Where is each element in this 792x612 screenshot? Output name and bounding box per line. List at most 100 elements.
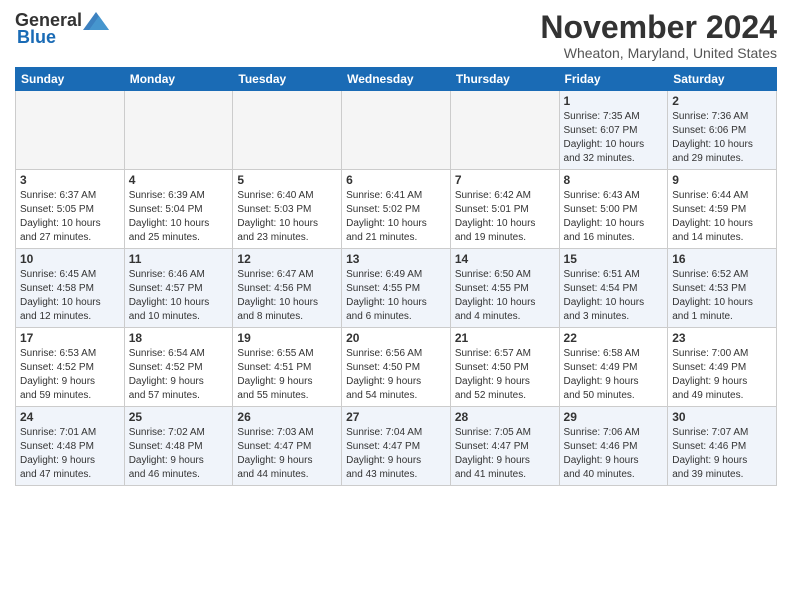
day-info: Sunrise: 6:42 AM Sunset: 5:01 PM Dayligh… [455,189,555,245]
calendar-cell [233,91,342,170]
calendar-cell [124,91,233,170]
calendar-cell: 26 Sunrise: 7:03 AM Sunset: 4:47 PM Dayli… [233,407,342,486]
day-info: Sunrise: 7:01 AM Sunset: 4:48 PM Dayligh… [20,426,120,482]
day-info: Sunrise: 6:58 AM Sunset: 4:49 PM Dayligh… [564,347,664,403]
day-number: 29 [564,410,664,424]
day-number: 10 [20,252,120,266]
calendar-cell: 22Sunrise: 6:58 AM Sunset: 4:49 PM Dayli… [559,328,668,407]
calendar-header-row: SundayMondayTuesdayWednesdayThursdayFrid… [16,68,777,91]
day-info: Sunrise: 6:41 AM Sunset: 5:02 PM Dayligh… [346,189,446,245]
day-info: Sunrise: 7:05 AM Sunset: 4:47 PM Dayligh… [455,426,555,482]
calendar-cell: 20Sunrise: 6:56 AM Sunset: 4:50 PM Dayli… [342,328,451,407]
day-number: 19 [237,331,337,345]
calendar-cell [342,91,451,170]
calendar-cell [16,91,125,170]
calendar-table: SundayMondayTuesdayWednesdayThursdayFrid… [15,67,777,486]
calendar-cell: 21Sunrise: 6:57 AM Sunset: 4:50 PM Dayli… [450,328,559,407]
day-number: 18 [129,331,229,345]
day-info: Sunrise: 6:47 AM Sunset: 4:56 PM Dayligh… [237,268,337,324]
day-number: 16 [672,252,772,266]
calendar-cell: 16Sunrise: 6:52 AM Sunset: 4:53 PM Dayli… [668,249,777,328]
day-number: 25 [129,410,229,424]
day-number: 12 [237,252,337,266]
day-number: 4 [129,173,229,187]
weekday-header: Saturday [668,68,777,91]
day-number: 28 [455,410,555,424]
day-info: Sunrise: 7:35 AM Sunset: 6:07 PM Dayligh… [564,110,664,166]
day-number: 27 [346,410,446,424]
day-info: Sunrise: 6:37 AM Sunset: 5:05 PM Dayligh… [20,189,120,245]
calendar-cell: 7 Sunrise: 6:42 AM Sunset: 5:01 PM Daylig… [450,170,559,249]
calendar-week-row: 10 Sunrise: 6:45 AM Sunset: 4:58 PM Dayli… [16,249,777,328]
day-number: 6 [346,173,446,187]
calendar-cell: 13 Sunrise: 6:49 AM Sunset: 4:55 PM Dayli… [342,249,451,328]
day-info: Sunrise: 6:44 AM Sunset: 4:59 PM Dayligh… [672,189,772,245]
location: Wheaton, Maryland, United States [540,45,777,61]
calendar-cell: 8 Sunrise: 6:43 AM Sunset: 5:00 PM Daylig… [559,170,668,249]
calendar-cell: 10 Sunrise: 6:45 AM Sunset: 4:58 PM Dayli… [16,249,125,328]
day-number: 7 [455,173,555,187]
calendar-cell: 14Sunrise: 6:50 AM Sunset: 4:55 PM Dayli… [450,249,559,328]
weekday-header: Wednesday [342,68,451,91]
header: General Blue November 2024 Wheaton, Mary… [15,10,777,61]
day-number: 21 [455,331,555,345]
day-number: 3 [20,173,120,187]
calendar-cell: 23 Sunrise: 7:00 AM Sunset: 4:49 PM Dayli… [668,328,777,407]
day-info: Sunrise: 6:45 AM Sunset: 4:58 PM Dayligh… [20,268,120,324]
day-number: 30 [672,410,772,424]
calendar-cell: 25Sunrise: 7:02 AM Sunset: 4:48 PM Dayli… [124,407,233,486]
day-number: 23 [672,331,772,345]
calendar-cell: 9 Sunrise: 6:44 AM Sunset: 4:59 PM Daylig… [668,170,777,249]
calendar-cell: 12 Sunrise: 6:47 AM Sunset: 4:56 PM Dayli… [233,249,342,328]
day-info: Sunrise: 6:43 AM Sunset: 5:00 PM Dayligh… [564,189,664,245]
day-info: Sunrise: 6:50 AM Sunset: 4:55 PM Dayligh… [455,268,555,324]
calendar-cell: 29Sunrise: 7:06 AM Sunset: 4:46 PM Dayli… [559,407,668,486]
day-info: Sunrise: 7:03 AM Sunset: 4:47 PM Dayligh… [237,426,337,482]
calendar-week-row: 24Sunrise: 7:01 AM Sunset: 4:48 PM Dayli… [16,407,777,486]
day-number: 1 [564,94,664,108]
calendar-cell: 6 Sunrise: 6:41 AM Sunset: 5:02 PM Daylig… [342,170,451,249]
calendar-cell: 28 Sunrise: 7:05 AM Sunset: 4:47 PM Dayli… [450,407,559,486]
calendar-cell: 11 Sunrise: 6:46 AM Sunset: 4:57 PM Dayli… [124,249,233,328]
calendar-cell [450,91,559,170]
day-number: 26 [237,410,337,424]
day-info: Sunrise: 6:55 AM Sunset: 4:51 PM Dayligh… [237,347,337,403]
day-info: Sunrise: 6:39 AM Sunset: 5:04 PM Dayligh… [129,189,229,245]
calendar-cell: 2Sunrise: 7:36 AM Sunset: 6:06 PM Daylig… [668,91,777,170]
calendar-week-row: 17 Sunrise: 6:53 AM Sunset: 4:52 PM Dayli… [16,328,777,407]
day-info: Sunrise: 6:46 AM Sunset: 4:57 PM Dayligh… [129,268,229,324]
title-block: November 2024 Wheaton, Maryland, United … [540,10,777,61]
day-info: Sunrise: 6:54 AM Sunset: 4:52 PM Dayligh… [129,347,229,403]
day-number: 17 [20,331,120,345]
day-info: Sunrise: 6:56 AM Sunset: 4:50 PM Dayligh… [346,347,446,403]
day-number: 5 [237,173,337,187]
day-info: Sunrise: 6:53 AM Sunset: 4:52 PM Dayligh… [20,347,120,403]
calendar-cell: 19 Sunrise: 6:55 AM Sunset: 4:51 PM Dayli… [233,328,342,407]
calendar-cell: 4 Sunrise: 6:39 AM Sunset: 5:04 PM Daylig… [124,170,233,249]
calendar-cell: 5 Sunrise: 6:40 AM Sunset: 5:03 PM Daylig… [233,170,342,249]
calendar-cell: 27Sunrise: 7:04 AM Sunset: 4:47 PM Dayli… [342,407,451,486]
calendar-week-row: 1 Sunrise: 7:35 AM Sunset: 6:07 PM Daylig… [16,91,777,170]
weekday-header: Sunday [16,68,125,91]
day-number: 13 [346,252,446,266]
calendar-cell: 18 Sunrise: 6:54 AM Sunset: 4:52 PM Dayli… [124,328,233,407]
page-container: General Blue November 2024 Wheaton, Mary… [0,0,792,612]
calendar-cell: 30Sunrise: 7:07 AM Sunset: 4:46 PM Dayli… [668,407,777,486]
day-info: Sunrise: 6:40 AM Sunset: 5:03 PM Dayligh… [237,189,337,245]
logo-blue: Blue [17,27,56,48]
month-title: November 2024 [540,10,777,45]
day-number: 11 [129,252,229,266]
calendar-cell: 24Sunrise: 7:01 AM Sunset: 4:48 PM Dayli… [16,407,125,486]
logo: General Blue [15,10,110,48]
day-number: 2 [672,94,772,108]
day-info: Sunrise: 7:00 AM Sunset: 4:49 PM Dayligh… [672,347,772,403]
weekday-header: Tuesday [233,68,342,91]
day-number: 8 [564,173,664,187]
weekday-header: Thursday [450,68,559,91]
day-info: Sunrise: 6:49 AM Sunset: 4:55 PM Dayligh… [346,268,446,324]
logo-icon [83,12,109,30]
day-number: 9 [672,173,772,187]
calendar-cell: 17 Sunrise: 6:53 AM Sunset: 4:52 PM Dayli… [16,328,125,407]
calendar-week-row: 3 Sunrise: 6:37 AM Sunset: 5:05 PM Daylig… [16,170,777,249]
day-number: 15 [564,252,664,266]
